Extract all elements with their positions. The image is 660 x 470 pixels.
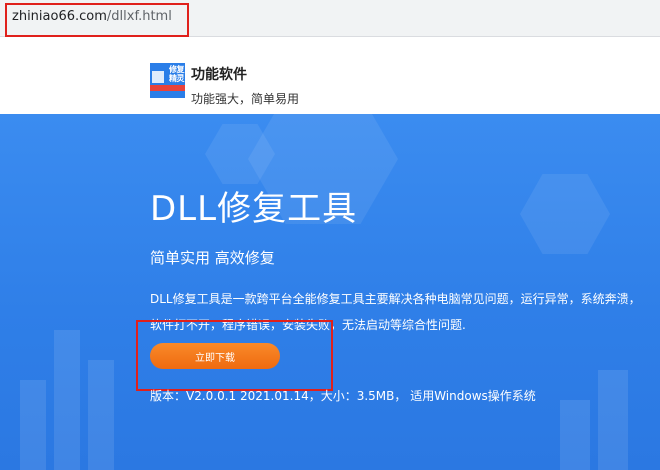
hero-banner: DLL修复工具 简单实用 高效修复 DLL修复工具是一款跨平台全能修复工具主要解… <box>0 114 660 470</box>
hero-description-line: DLL修复工具是一款跨平台全能修复工具主要解决各种电脑常见问题，运行异常，系统奔… <box>150 292 641 306</box>
url-highlight-box <box>5 3 189 37</box>
brand-name[interactable]: 功能软件 <box>191 64 247 84</box>
hero-subtitle: 简单实用 高效修复 <box>150 249 275 267</box>
brand-slogan: 功能强大，简单易用 <box>191 92 300 106</box>
hero-decor-bar <box>598 370 628 470</box>
logo-decor-stripe <box>150 85 185 91</box>
download-highlight-box <box>136 320 333 391</box>
hero-decor-bar <box>88 360 114 470</box>
site-header: 修复精灵 功能软件 功能强大，简单易用 <box>0 37 660 114</box>
browser-address-bar[interactable]: zhiniao66.com/dllxf.html <box>0 0 660 37</box>
hero-decor-bar <box>20 380 46 470</box>
logo-decor-square <box>152 71 164 83</box>
hero-decor-bar <box>54 330 80 470</box>
page: zhiniao66.com/dllxf.html 修复精灵 功能软件 功能强大，… <box>0 0 660 470</box>
app-logo-icon[interactable]: 修复精灵 <box>150 63 185 98</box>
version-info: 版本：V2.0.0.1 2021.01.14，大小：3.5MB， 适用Windo… <box>150 389 536 403</box>
hero-decor-hex-right <box>520 174 610 254</box>
hero-decor-bar <box>560 400 590 470</box>
logo-text: 修复精灵 <box>169 65 185 83</box>
hero-title: DLL修复工具 <box>150 189 358 229</box>
